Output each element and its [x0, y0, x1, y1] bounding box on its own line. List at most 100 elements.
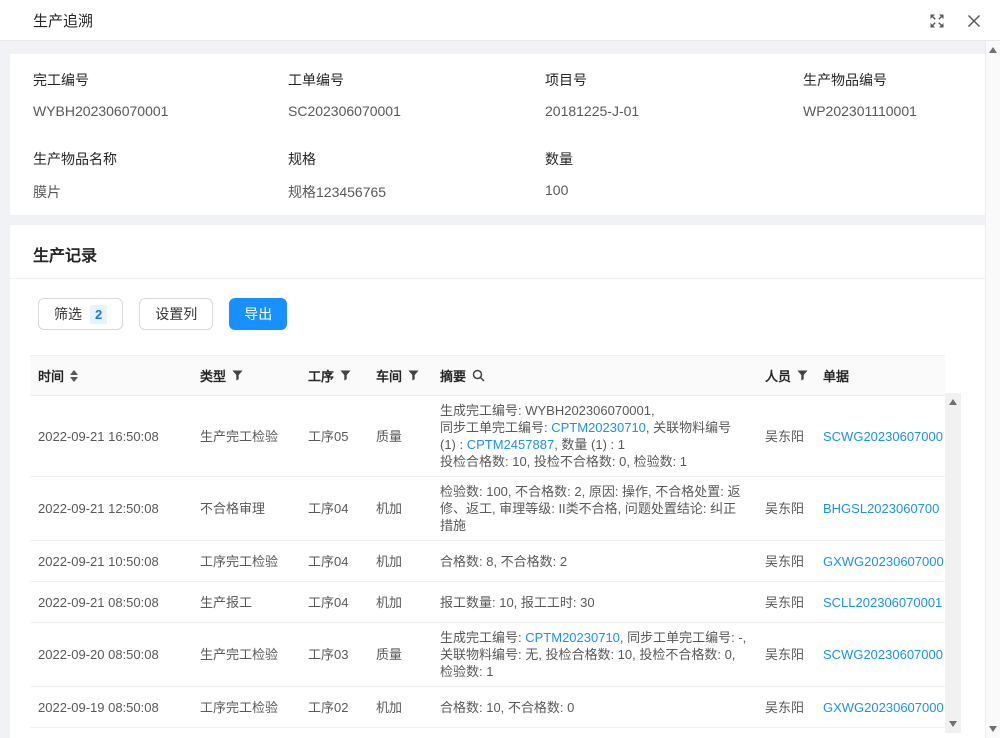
doc-link[interactable]: GXWG20230607000: [823, 700, 944, 715]
cell-person: 吴东阳: [757, 687, 815, 728]
cell-process: 工序01: [300, 728, 368, 738]
cell-type: 工序完工检验: [192, 687, 300, 728]
modal-header: 生产追溯: [0, 0, 1000, 41]
info-label: 规格: [288, 149, 545, 169]
magnifier-icon[interactable]: [472, 369, 485, 382]
table-row: 2022-09-20 08:50:08 生产完工检验 工序03 质量 生成完工编…: [30, 623, 945, 687]
cell-process: 工序05: [300, 396, 368, 477]
column-label: 工序: [308, 366, 334, 385]
column-workshop: 车间: [368, 356, 432, 396]
column-person: 人员: [757, 356, 815, 396]
cell-document: SCLL202306070001: [815, 582, 945, 623]
column-label: 单据: [823, 366, 849, 385]
column-label: 人员: [765, 366, 791, 385]
cell-time: 2022-09-21 08:50:08: [30, 582, 192, 623]
cell-process: 工序04: [300, 477, 368, 541]
cell-workshop: 质量: [368, 396, 432, 477]
cell-process: 工序04: [300, 541, 368, 582]
doc-link[interactable]: BHGSL2023060700: [823, 501, 939, 516]
summary-link[interactable]: CPTM20230710: [551, 420, 646, 435]
table-row: 2022-09-21 12:50:08 不合格审理 工序04 机加 检验数: 1…: [30, 477, 945, 541]
modal-scrollbar[interactable]: [985, 41, 1000, 738]
table-scrollbar[interactable]: [945, 393, 961, 733]
cell-summary: 合格数: 10, 不合格数: 0: [432, 687, 757, 728]
table-row: 2022-09-21 08:50:08 生产报工 工序04 机加 报工数量: 1…: [30, 582, 945, 623]
records-card: 生产记录 筛选 2 设置列 导出 时间: [10, 225, 985, 738]
cell-summary: 生成完工编号: CPTM20230710, 同步工单完工编号: -, 关联物料编…: [432, 623, 757, 687]
export-button[interactable]: 导出: [229, 298, 287, 330]
doc-link[interactable]: SCWG20230607000: [823, 429, 943, 444]
cell-workshop: 机加: [368, 541, 432, 582]
info-field: 完工编号 WYBH202306070001: [33, 70, 288, 119]
filter-count-badge: 2: [90, 305, 107, 324]
info-card: 完工编号 WYBH202306070001 工单编号 SC20230607000…: [10, 54, 985, 215]
cell-document: BHGSL2023060700: [815, 477, 945, 541]
table-row: 2022-09-21 16:50:08 生产完工检验 工序05 质量 生成完工编…: [30, 396, 945, 477]
info-value: 100: [545, 182, 803, 198]
info-label: 完工编号: [33, 70, 288, 90]
cell-document: GXWG20230607000: [815, 687, 945, 728]
info-value: 20181225-J-01: [545, 103, 803, 119]
set-columns-button[interactable]: 设置列: [139, 298, 213, 330]
cell-type: 生产完工检验: [192, 623, 300, 687]
cell-process: 工序02: [300, 687, 368, 728]
info-field: 数量 100: [545, 149, 803, 202]
header-actions: [928, 0, 982, 41]
summary-link[interactable]: CPTM2457887: [467, 437, 554, 452]
funnel-icon[interactable]: [408, 370, 419, 381]
records-title: 生产记录: [10, 225, 985, 279]
scroll-up-icon[interactable]: [949, 399, 957, 405]
cell-workshop: 机加: [368, 728, 432, 738]
info-value: WP202301110001: [803, 103, 961, 119]
funnel-icon[interactable]: [340, 370, 351, 381]
cell-person: 吴东阳: [757, 728, 815, 738]
fullscreen-icon[interactable]: [928, 12, 945, 29]
info-grid: 完工编号 WYBH202306070001 工单编号 SC20230607000…: [33, 70, 961, 232]
cell-time: 2022-09-21 16:50:08: [30, 396, 192, 477]
info-field: 项目号 20181225-J-01: [545, 70, 803, 119]
info-field: 生产物品名称 膜片: [33, 149, 288, 202]
scroll-down-icon[interactable]: [949, 721, 957, 727]
summary-link[interactable]: CPTM20230710: [525, 630, 620, 645]
cell-person: 吴东阳: [757, 396, 815, 477]
table-body: 2022-09-21 16:50:08 生产完工检验 工序05 质量 生成完工编…: [30, 396, 945, 738]
cell-workshop: 机加: [368, 582, 432, 623]
scroll-down-icon[interactable]: [989, 726, 997, 732]
column-time: 时间: [30, 356, 192, 396]
cell-type: 生产报工: [192, 582, 300, 623]
doc-link[interactable]: SCLL202306070001: [823, 595, 942, 610]
cell-type: 生产领料: [192, 728, 300, 738]
filter-button[interactable]: 筛选 2: [38, 298, 123, 330]
cell-workshop: 质量: [368, 623, 432, 687]
funnel-icon[interactable]: [797, 370, 808, 381]
table-header: 时间 类型 工序: [30, 356, 945, 396]
cell-time: 2022-09-19 08:50:08: [30, 687, 192, 728]
column-label: 车间: [376, 366, 402, 385]
cell-type: 生产完工检验: [192, 396, 300, 477]
column-process: 工序: [300, 356, 368, 396]
info-field: 生产物品编号 WP202301110001: [803, 70, 961, 119]
column-label: 时间: [38, 366, 64, 385]
cell-document: SCLL20230607000: [815, 728, 945, 738]
cell-summary: 检验数: 100, 不合格数: 2, 原因: 操作, 不合格处置: 返修、返工,…: [432, 477, 757, 541]
cell-person: 吴东阳: [757, 477, 815, 541]
funnel-icon[interactable]: [232, 370, 243, 381]
modal-title: 生产追溯: [33, 10, 93, 31]
column-label: 摘要: [440, 366, 466, 385]
cell-process: 工序03: [300, 623, 368, 687]
doc-link[interactable]: SCWG20230607000: [823, 647, 943, 662]
table-row: 2022-09-19 08:50:08 工序完工检验 工序02 机加 合格数: …: [30, 687, 945, 728]
info-field: 工单编号 SC202306070001: [288, 70, 545, 119]
table-row: 2022-09-19 08:50:08 生产领料 工序01 机加 领料数量: 1…: [30, 728, 945, 738]
scroll-up-icon[interactable]: [989, 47, 997, 53]
cell-document: SCWG20230607000: [815, 623, 945, 687]
cell-document: SCWG20230607000: [815, 396, 945, 477]
doc-link[interactable]: GXWG20230607000: [823, 554, 944, 569]
cell-person: 吴东阳: [757, 541, 815, 582]
cell-workshop: 机加: [368, 687, 432, 728]
column-label: 类型: [200, 366, 226, 385]
cell-type: 不合格审理: [192, 477, 300, 541]
close-icon[interactable]: [965, 12, 982, 29]
sort-icon[interactable]: [70, 370, 78, 382]
cell-time: 2022-09-21 10:50:08: [30, 541, 192, 582]
